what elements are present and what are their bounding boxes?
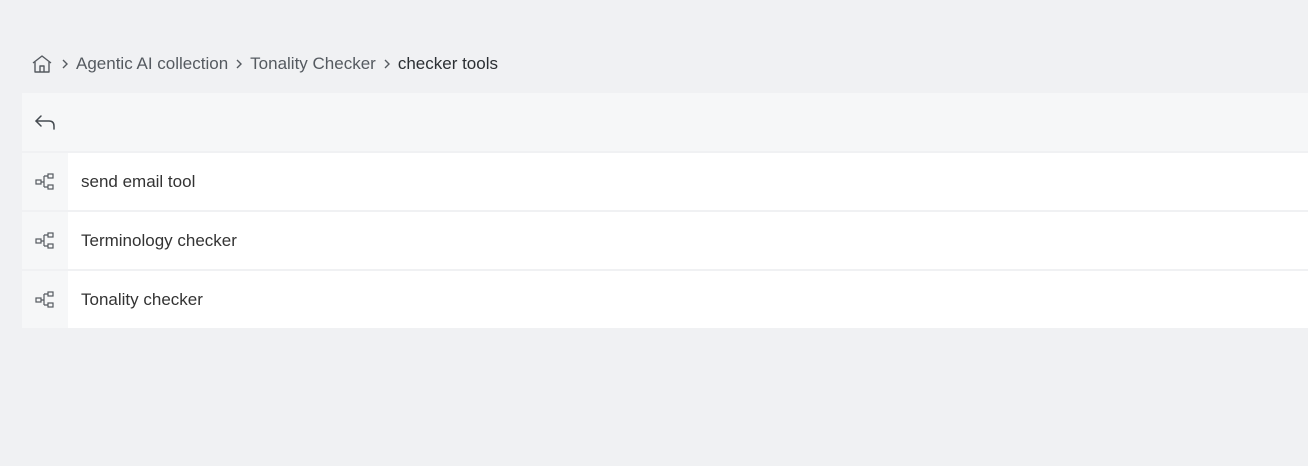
list-item[interactable]: Tonality checker bbox=[22, 271, 1308, 328]
chevron-right-icon bbox=[376, 58, 398, 70]
list-item[interactable]: send email tool bbox=[22, 153, 1308, 210]
chevron-right-icon bbox=[54, 58, 76, 70]
chevron-right-icon bbox=[228, 58, 250, 70]
workflow-icon bbox=[22, 153, 68, 210]
breadcrumb-item-agentic-ai-collection[interactable]: Agentic AI collection bbox=[76, 54, 228, 74]
item-list-panel: send email tool Terminology checker Tona… bbox=[22, 93, 1308, 328]
breadcrumb-item-tonality-checker[interactable]: Tonality Checker bbox=[250, 54, 376, 74]
back-arrow-icon bbox=[34, 113, 58, 131]
page: Agentic AI collection Tonality Checker c… bbox=[0, 0, 1308, 466]
list-item-label: Tonality checker bbox=[81, 289, 203, 309]
workflow-icon bbox=[22, 212, 68, 269]
list-toolbar bbox=[22, 93, 1308, 151]
breadcrumb: Agentic AI collection Tonality Checker c… bbox=[30, 51, 498, 77]
list-item-label: Terminology checker bbox=[81, 230, 237, 250]
back-button[interactable] bbox=[32, 108, 60, 136]
list-item[interactable]: Terminology checker bbox=[22, 212, 1308, 269]
home-icon[interactable] bbox=[30, 52, 54, 76]
list-item-label: send email tool bbox=[81, 171, 196, 191]
breadcrumb-item-current: checker tools bbox=[397, 54, 498, 73]
workflow-icon bbox=[22, 271, 68, 328]
